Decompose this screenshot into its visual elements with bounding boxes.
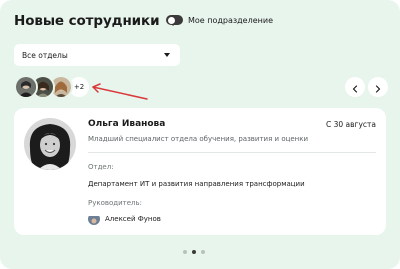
- department-select[interactable]: Все отделы: [14, 44, 180, 66]
- employee-photo: [24, 118, 76, 170]
- department-select-value: Все отделы: [22, 50, 68, 60]
- chevron-left-icon: [352, 78, 358, 97]
- caret-down-icon: [164, 53, 170, 57]
- next-button[interactable]: [368, 77, 388, 97]
- new-employees-widget: Новые сотрудники Мое подразделение Все о…: [0, 0, 400, 269]
- pagination-dot[interactable]: [201, 250, 205, 254]
- toggle-label: Мое подразделение: [188, 15, 273, 25]
- pagination-dot[interactable]: [183, 250, 187, 254]
- widget-title: Новые сотрудники: [14, 13, 160, 29]
- avatar[interactable]: [14, 75, 38, 99]
- pagination-dots: [183, 250, 210, 254]
- widget-header: Новые сотрудники: [14, 11, 181, 31]
- manager-avatar: [88, 213, 100, 225]
- my-department-toggle[interactable]: Мое подразделение: [166, 15, 273, 25]
- manager-name: Алексей Фунов: [105, 215, 161, 223]
- chevron-right-icon: [375, 78, 381, 97]
- pagination-dot-active[interactable]: [192, 250, 196, 254]
- employee-card[interactable]: Ольга Иванова С 30 августа Младший специ…: [14, 108, 386, 235]
- department-value: Департамент ИТ и развития направления тр…: [88, 180, 305, 188]
- manager-link[interactable]: Алексей Фунов: [88, 213, 161, 225]
- toggle-switch[interactable]: [166, 15, 183, 25]
- divider: [88, 152, 376, 153]
- toggle-knob: [167, 16, 175, 24]
- manager-label: Руководитель:: [88, 199, 143, 207]
- start-date: С 30 августа: [325, 120, 376, 129]
- prev-button[interactable]: [345, 77, 365, 97]
- employee-position: Младший специалист отдела обучения, разв…: [88, 135, 309, 143]
- employee-name[interactable]: Ольга Иванова: [88, 119, 165, 129]
- department-label: Отдел:: [88, 163, 114, 171]
